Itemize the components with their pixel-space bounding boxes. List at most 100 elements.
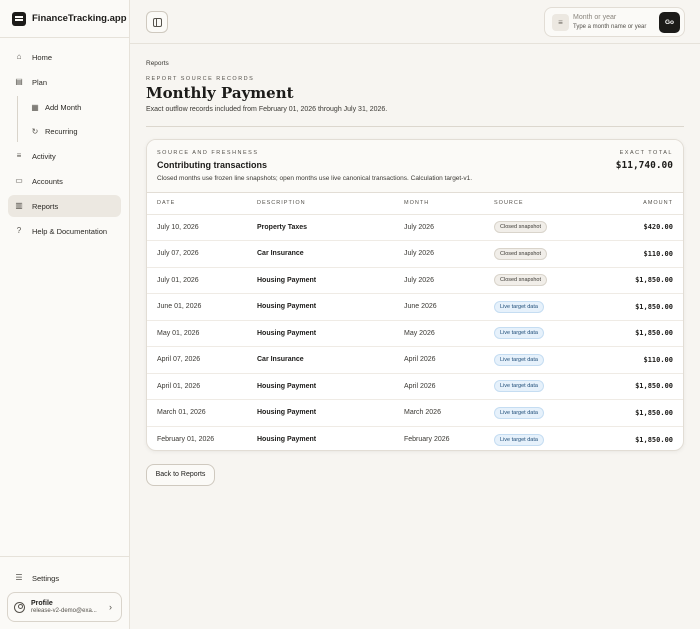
cell-amount: $1,850.00 — [604, 320, 683, 347]
month-search-hint: Type a month name or year — [573, 24, 647, 30]
sidebar-item-accounts[interactable]: ▭ Accounts — [8, 170, 121, 192]
sidebar-item-label: Help & Documentation — [32, 226, 108, 236]
breadcrumb[interactable]: Reports — [146, 60, 169, 67]
sidebar-item-home[interactable]: ⌂ Home — [8, 46, 121, 68]
top-bar: ≡ Month or year Type a month name or yea… — [130, 0, 700, 44]
sidebar-item-add-month[interactable]: ▦ Add Month — [24, 96, 121, 118]
cell-month: July 2026 — [404, 214, 494, 241]
cell-source: Live target data — [494, 373, 604, 400]
column-header-source: SOURCE — [494, 193, 604, 215]
transactions-card: SOURCE AND FRESHNESS Contributing transa… — [146, 139, 684, 451]
sidebar-item-reports[interactable]: ▥ Reports — [8, 195, 121, 217]
sidebar-panel-icon — [153, 18, 162, 27]
cell-description: Housing Payment — [257, 373, 404, 400]
sidebar-footer: ☰ Settings Profile release-v2-demo@exa..… — [0, 556, 129, 629]
cell-description: Housing Payment — [257, 267, 404, 294]
sidebar-item-recurring[interactable]: ↻ Recurring — [24, 120, 121, 142]
column-header-description: DESCRIPTION — [257, 193, 404, 215]
profile-button[interactable]: Profile release-v2-demo@exa... › — [7, 592, 122, 622]
table-row: April 07, 2026 Car Insurance April 2026 Liv… — [147, 346, 683, 374]
source-badge: Live target data — [494, 433, 544, 446]
sidebar-item-label: Reports — [32, 201, 59, 211]
cell-amount: $420.00 — [604, 214, 683, 241]
month-search: ≡ Month or year Type a month name or yea… — [544, 7, 685, 37]
source-badge: Live target data — [494, 327, 544, 340]
profile-name: Profile — [31, 600, 53, 607]
column-header-date: DATE — [147, 193, 257, 215]
source-badge: Closed snapshot — [494, 247, 547, 260]
cell-amount: $1,850.00 — [604, 399, 683, 427]
cell-month: February 2026 — [404, 436, 450, 443]
total-value: $11,740.00 — [615, 160, 673, 171]
cell-date: March 01, 2026 — [147, 399, 257, 427]
list-icon: ≡ — [16, 151, 22, 160]
refresh-icon: ↻ — [31, 126, 39, 136]
page-eyebrow: REPORT SOURCE RECORDS — [146, 76, 255, 82]
page-title: Monthly Payment — [146, 84, 294, 102]
cell-date: May 01, 2026 — [147, 320, 257, 347]
cell-amount: $1,850.00 — [604, 267, 683, 294]
cell-month: June 2026 — [404, 293, 494, 321]
table-row: July 01, 2026 Housing Payment July 2026 Clo… — [147, 267, 683, 294]
sidebar-item-label: Plan — [32, 77, 48, 87]
sidebar-item-activity[interactable]: ≡ Activity — [8, 145, 121, 167]
help-icon: ? — [16, 226, 22, 235]
calendar-icon: ≡ — [552, 14, 569, 31]
transactions-table: DATE DESCRIPTION MONTH SOURCE AMOUNT Jul… — [147, 193, 683, 450]
source-badge: Live target data — [494, 353, 544, 366]
sliders-icon: ☰ — [15, 573, 23, 582]
app-name: FinanceTracking.app — [32, 13, 127, 24]
card-description: Closed months use frozen line snapshots;… — [157, 175, 473, 182]
table-row: July 10, 2026 Property Taxes July 2026 Clos… — [147, 214, 683, 241]
column-header-month: MONTH — [404, 193, 494, 215]
sidebar-item-settings[interactable]: ☰ Settings — [8, 567, 121, 589]
card-header: SOURCE AND FRESHNESS Contributing transa… — [147, 140, 683, 193]
table-row: May 01, 2026 Housing Payment May 2026 Live … — [147, 320, 683, 347]
sidebar-item-plan[interactable]: ▤ Plan — [8, 71, 121, 93]
cell-source: Live target data — [494, 399, 604, 427]
cell-month: May 2026 — [404, 320, 494, 347]
source-badge: Closed snapshot — [494, 274, 547, 287]
go-button[interactable]: Go — [659, 12, 680, 33]
sidebar-item-label: Activity — [32, 151, 56, 161]
cell-amount: $1,850.00 — [635, 435, 673, 444]
cell-source: Live target data — [494, 293, 604, 321]
plan-submenu: ▦ Add Month ↻ Recurring — [17, 96, 129, 142]
brand[interactable]: FinanceTracking.app — [0, 0, 129, 38]
calendar-plus-icon: ▦ — [31, 102, 39, 112]
column-header-amount: AMOUNT — [604, 193, 683, 215]
cell-date: July 07, 2026 — [147, 240, 257, 268]
cell-amount: $1,850.00 — [604, 373, 683, 400]
cell-description: Housing Payment — [257, 436, 317, 443]
toggle-sidebar-button[interactable] — [146, 11, 168, 33]
sidebar: FinanceTracking.app ⌂ Home ▤ Plan ▦ Add … — [0, 0, 130, 629]
sidebar-item-help[interactable]: ? Help & Documentation — [8, 220, 121, 242]
month-search-input[interactable]: Month or year — [573, 14, 616, 21]
profile-text: Profile release-v2-demo@exa... — [31, 600, 97, 614]
app-logo-icon — [12, 11, 26, 26]
cell-source: Closed snapshot — [494, 267, 604, 294]
cell-source: Live target data — [494, 320, 604, 347]
back-to-reports-button[interactable]: Back to Reports — [146, 464, 215, 486]
cell-amount: $110.00 — [604, 346, 683, 374]
wallet-icon: ▭ — [15, 176, 23, 185]
table-row: April 01, 2026 Housing Payment April 2026 L… — [147, 373, 683, 400]
source-badge: Closed snapshot — [494, 221, 547, 234]
cell-description: Housing Payment — [257, 399, 404, 427]
table-row: March 01, 2026 Housing Payment March 2026 L… — [147, 399, 683, 427]
sidebar-item-label: Add Month — [45, 102, 82, 112]
table-header-row: DATE DESCRIPTION MONTH SOURCE AMOUNT — [147, 193, 683, 215]
cell-month: April 2026 — [404, 373, 494, 400]
cell-source: Live target data — [494, 426, 604, 450]
cell-description: Car Insurance — [257, 346, 404, 374]
total-label: EXACT TOTAL — [619, 150, 673, 156]
cell-date: February 01, 2026 — [157, 436, 215, 443]
cell-month: July 2026 — [404, 240, 494, 268]
sidebar-item-label: Home — [32, 52, 53, 62]
cell-amount: $110.00 — [604, 240, 683, 268]
bar-chart-icon: ▥ — [15, 201, 23, 210]
cell-description: Housing Payment — [257, 293, 404, 321]
source-badge: Live target data — [494, 380, 544, 393]
cell-date: July 01, 2026 — [147, 267, 257, 294]
cell-month: March 2026 — [404, 399, 494, 427]
